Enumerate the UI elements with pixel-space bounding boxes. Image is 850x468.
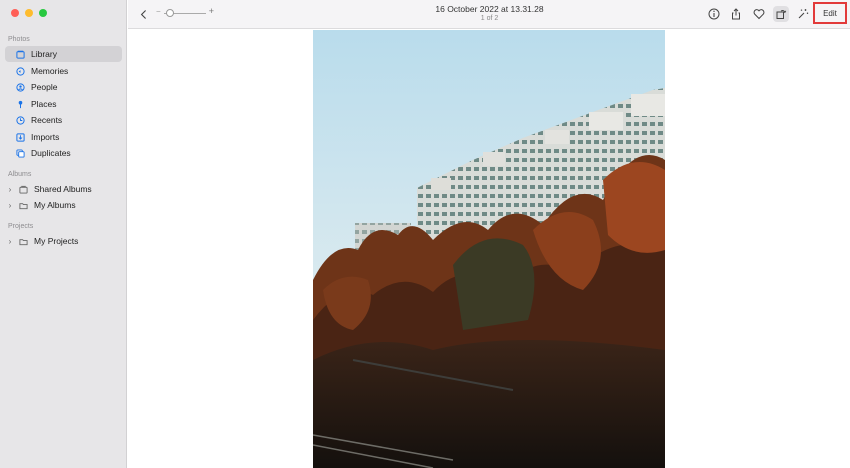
sidebar-item-label: Places <box>31 99 57 109</box>
back-button[interactable] <box>138 7 150 21</box>
sidebar-item-my-albums[interactable]: › My Albums <box>5 197 122 213</box>
chevron-left-icon <box>140 9 146 19</box>
info-icon <box>708 8 720 20</box>
places-icon <box>12 100 28 109</box>
sidebar: Photos Library Memories People Places Re… <box>0 0 127 468</box>
sidebar-item-imports[interactable]: Imports <box>5 129 122 145</box>
edit-button[interactable]: Edit <box>813 2 847 24</box>
people-icon <box>12 82 28 92</box>
folder-icon <box>15 201 31 210</box>
share-button[interactable] <box>728 6 744 22</box>
enhance-button[interactable] <box>795 6 811 22</box>
sidebar-item-memories[interactable]: Memories <box>5 63 122 79</box>
photo-position: 1 of 2 <box>480 15 499 22</box>
info-button[interactable] <box>706 6 722 22</box>
photo[interactable] <box>313 30 665 468</box>
zoom-slider[interactable]: − + <box>156 6 214 20</box>
magic-wand-icon <box>798 9 809 19</box>
window-controls <box>11 9 47 17</box>
zoom-out-icon[interactable]: − <box>156 7 161 16</box>
chevron-right-icon[interactable]: › <box>6 237 14 246</box>
memories-icon <box>12 66 28 76</box>
section-title-projects: Projects <box>8 223 34 230</box>
recents-icon <box>12 115 28 125</box>
sidebar-item-people[interactable]: People <box>5 79 122 95</box>
sidebar-item-label: Recents <box>31 115 63 125</box>
heart-icon <box>753 9 765 20</box>
sidebar-item-label: People <box>31 82 58 92</box>
sidebar-item-recents[interactable]: Recents <box>5 112 122 128</box>
minimize-window-button[interactable] <box>25 9 33 17</box>
sidebar-item-label: My Projects <box>34 236 79 246</box>
close-window-button[interactable] <box>11 9 19 17</box>
share-icon <box>732 8 740 20</box>
library-icon <box>12 50 28 59</box>
zoom-in-icon[interactable]: + <box>209 6 214 16</box>
sidebar-item-label: Library <box>31 49 57 59</box>
sidebar-item-label: Shared Albums <box>34 184 92 194</box>
photo-image <box>313 30 665 468</box>
duplicates-icon <box>12 148 28 158</box>
sidebar-item-label: Memories <box>31 66 69 76</box>
favorite-button[interactable] <box>751 6 767 22</box>
sidebar-item-label: My Albums <box>34 200 76 210</box>
section-title-photos: Photos <box>8 36 30 43</box>
chevron-right-icon[interactable]: › <box>6 201 14 210</box>
sidebar-item-label: Duplicates <box>31 148 71 158</box>
rotate-icon <box>776 10 787 19</box>
sidebar-item-label: Imports <box>31 132 60 142</box>
sidebar-item-duplicates[interactable]: Duplicates <box>5 145 122 161</box>
photo-title: 16 October 2022 at 13.31.28 1 of 2 <box>388 4 591 22</box>
zoom-knob[interactable] <box>166 9 174 17</box>
rotate-button[interactable] <box>773 6 789 22</box>
section-title-albums: Albums <box>8 171 32 178</box>
chevron-right-icon[interactable]: › <box>6 185 14 194</box>
imports-icon <box>12 132 28 142</box>
photo-date-title: 16 October 2022 at 13.31.28 <box>435 4 544 14</box>
photo-viewer <box>128 30 850 468</box>
shared-albums-icon <box>15 185 31 194</box>
zoom-window-button[interactable] <box>39 9 47 17</box>
sidebar-item-library[interactable]: Library <box>5 46 122 62</box>
sidebar-item-shared-albums[interactable]: › Shared Albums <box>5 181 122 197</box>
folder-icon <box>15 237 31 246</box>
toolbar: − + 16 October 2022 at 13.31.28 1 of 2 E… <box>128 0 850 29</box>
sidebar-item-places[interactable]: Places <box>5 96 122 112</box>
sidebar-item-my-projects[interactable]: › My Projects <box>5 233 122 249</box>
